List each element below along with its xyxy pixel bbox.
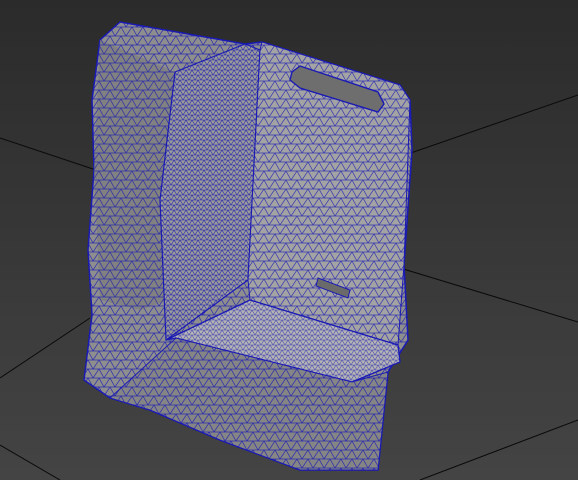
grid-line-bottom-left <box>0 444 61 480</box>
grid-line-right-lower <box>399 267 578 323</box>
grid-line-right-upper <box>404 94 578 156</box>
viewport-canvas[interactable] <box>0 0 578 480</box>
grid-line-left-lower <box>0 317 91 379</box>
3d-viewport[interactable] <box>0 0 578 480</box>
grid-line-bottom-right <box>419 419 578 480</box>
seat-mesh[interactable] <box>83 21 413 471</box>
